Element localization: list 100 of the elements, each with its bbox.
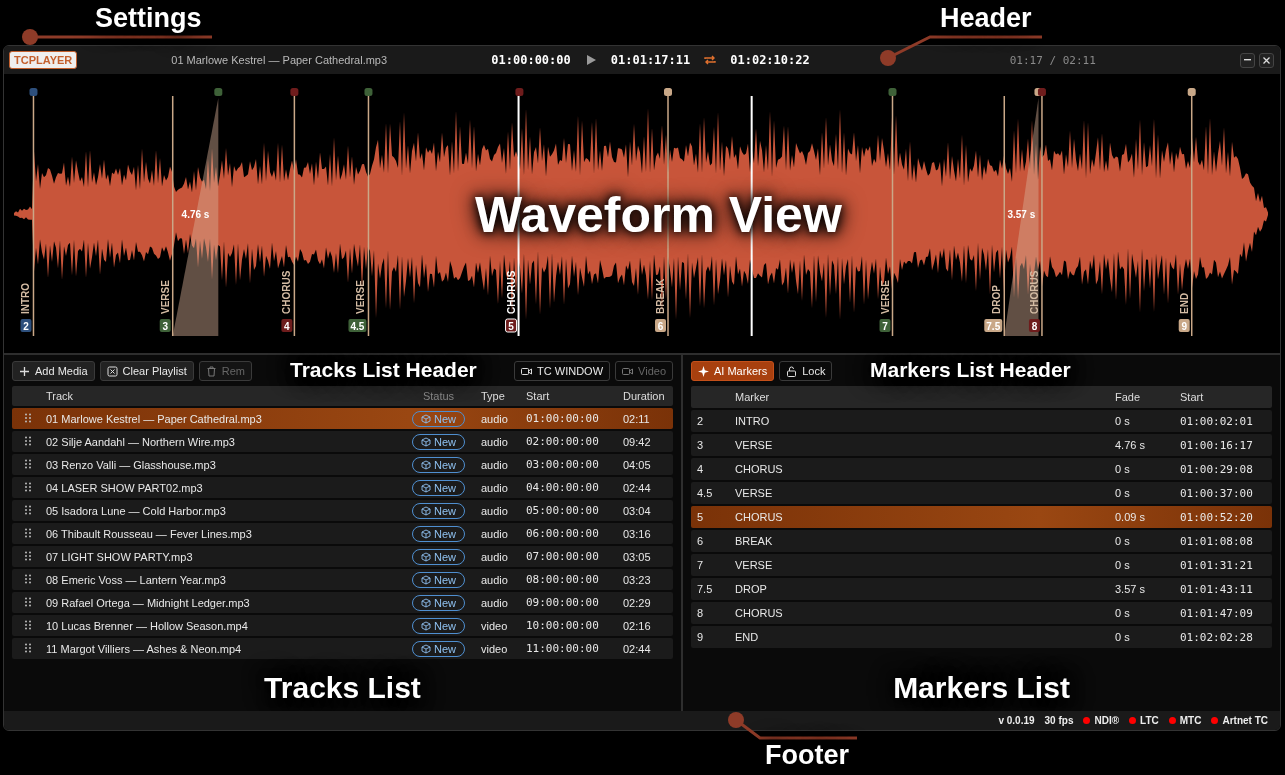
table-cell-text: 09:42 [623, 435, 652, 448]
logo-button[interactable]: TCPLAYER [9, 51, 78, 69]
marker-row[interactable]: 6 BREAK 0 s 01:01:08:08 [691, 530, 1272, 552]
toolbar-button[interactable]: TC WINDOW [514, 361, 611, 381]
track-row[interactable]: 08 Emeric Voss — Lantern Year.mp3 New audio 08:00:00:00 03:23 [12, 569, 673, 590]
table-cell-text: 0 s [1115, 487, 1131, 499]
drag-handle-icon [24, 435, 32, 446]
table-cell-text: 06 Thibault Rousseau — Fever Lines.mp3 [46, 527, 253, 540]
marker-number-badge[interactable]: 8 [1028, 319, 1040, 332]
toolbar-button[interactable]: AI Markers [691, 361, 775, 381]
marker-pin[interactable] [664, 88, 672, 96]
annotation-label: Settings [95, 3, 202, 34]
table-cell-text: 07:00:00:00 [526, 550, 600, 563]
marker-row[interactable]: 7 VERSE 0 s 01:01:31:21 [691, 554, 1272, 576]
marker-number-badge[interactable]: 4.5 [348, 319, 367, 332]
marker-line[interactable] [32, 95, 35, 337]
table-cell-text: audio [481, 596, 509, 609]
marker-label: VERSE [159, 280, 171, 314]
marker-pin[interactable] [888, 88, 897, 96]
marker-row[interactable]: 2 INTRO 0 s 01:00:02:01 [691, 410, 1272, 432]
marker-line[interactable] [1003, 95, 1005, 337]
drag-handle-icon [24, 481, 32, 492]
table-cell-text: 02:44 [623, 481, 652, 494]
marker-label: CHORUS [281, 270, 293, 314]
marker-pin[interactable] [214, 88, 223, 96]
table-cell-text: 03:05 [623, 550, 652, 563]
marker-line[interactable] [1190, 95, 1193, 337]
marker-line[interactable] [1041, 95, 1043, 337]
table-cell-text: 08 Emeric Voss — Lantern Year.mp3 [46, 573, 227, 586]
marker-label: VERSE [355, 280, 367, 314]
track-row[interactable]: 06 Thibault Rousseau — Fever Lines.mp3 New audio 06:00:00:00 03:16 [12, 523, 673, 544]
close-button[interactable] [1259, 52, 1274, 68]
marker-pin[interactable] [290, 88, 299, 96]
table-cell-text: audio [481, 481, 509, 494]
column-header: Marker [735, 391, 771, 403]
marker-line[interactable] [667, 95, 669, 337]
fade-duration-label: 4.76 s [181, 209, 210, 220]
toolbar-button[interactable]: Lock [779, 361, 833, 381]
table-cell-text: audio [481, 504, 509, 517]
table-cell-text: audio [481, 458, 509, 471]
marker-row[interactable]: 4.5 VERSE 0 s 01:00:37:00 [691, 482, 1272, 504]
track-row[interactable]: 02 Silje Aandahl — Northern Wire.mp3 New audio 02:00:00:00 09:42 [12, 431, 673, 452]
marker-number-badge[interactable]: 7 [879, 319, 891, 332]
marker-line[interactable] [293, 95, 296, 337]
drag-handle-icon [24, 596, 32, 607]
marker-pin[interactable] [29, 88, 38, 96]
table-cell-text: 2 [696, 415, 705, 427]
table-cell-text: CHORUS [735, 463, 784, 475]
marker-row[interactable]: 8 CHORUS 0 s 01:01:47:09 [691, 602, 1272, 624]
toolbar-button[interactable]: Add Media [12, 361, 95, 381]
marker-row[interactable]: 5 CHORUS 0.09 s 01:00:52:20 [691, 506, 1272, 528]
track-row[interactable]: 07 LIGHT SHOW PARTY.mp3 New audio 07:00:00:00 03:05 [12, 546, 673, 567]
marker-pin[interactable] [1037, 88, 1046, 96]
table-cell-text: audio [481, 435, 509, 448]
marker-row[interactable]: 7.5 DROP 3.57 s 01:01:43:11 [691, 578, 1272, 600]
table-cell-text: 06:00:00:00 [526, 527, 600, 540]
marker-row[interactable]: 4 CHORUS 0 s 01:00:29:08 [691, 458, 1272, 480]
table-cell-text: 01 Marlowe Kestrel — Paper Cathedral.mp3 [46, 412, 263, 425]
marker-line[interactable] [891, 95, 894, 337]
table-cell-text: END [735, 631, 760, 643]
table-cell-text: 01:01:31:21 [1180, 558, 1254, 572]
annotation-label: Markers List Header [870, 358, 1071, 382]
marker-label: INTRO [20, 282, 32, 314]
fade-duration-label: 3.57 s [1007, 209, 1036, 220]
padlock-icon [786, 365, 798, 377]
marker-line[interactable] [171, 95, 174, 337]
marker-number-badge[interactable]: 5 [505, 318, 518, 333]
table-cell-text: 11:00:00:00 [526, 642, 600, 655]
track-row[interactable]: 04 LASER SHOW PART02.mp3 New audio 04:00:00:00 02:44 [12, 477, 673, 498]
track-row[interactable]: 03 Renzo Valli — Glasshouse.mp3 New audio 03:00:00:00 04:05 [12, 454, 673, 475]
table-cell-text: 10:00:00:00 [526, 619, 600, 632]
camera-icon [622, 365, 634, 377]
output-label: NDI® [1094, 715, 1120, 726]
marker-row[interactable]: 9 END 0 s 01:02:02:28 [691, 626, 1272, 648]
marker-number-badge[interactable]: 3 [159, 319, 171, 332]
track-row[interactable]: 05 Isadora Lune — Cold Harbor.mp3 New audio 05:00:00:00 03:04 [12, 500, 673, 521]
toolbar-button[interactable]: Clear Playlist [99, 361, 194, 381]
drag-handle-icon [24, 642, 32, 653]
track-row[interactable]: 10 Lucas Brenner — Hollow Season.mp4 New video 10:00:00:00 02:16 [12, 615, 673, 636]
table-cell-text: 03:16 [623, 527, 652, 540]
track-row[interactable]: 09 Rafael Ortega — Midnight Ledger.mp3 New audio 09:00:00:00 02:29 [12, 592, 673, 613]
table-cell-text: 4.5 [696, 487, 714, 499]
column-header: Duration [623, 390, 666, 402]
table-cell-text: 04:00:00:00 [526, 481, 600, 494]
marker-label: VERSE [879, 280, 891, 314]
minimize-button[interactable] [1240, 52, 1255, 68]
table-cell-text: 01:00:16:17 [1180, 438, 1254, 452]
table-cell-text: 03:00:00:00 [526, 458, 600, 471]
marker-number-badge[interactable]: 4 [281, 319, 293, 332]
marker-pin[interactable] [515, 88, 524, 96]
marker-line[interactable] [367, 95, 370, 337]
marker-row[interactable]: 3 VERSE 4.76 s 01:00:16:17 [691, 434, 1272, 456]
marker-number-badge[interactable]: 2 [20, 319, 32, 332]
table-cell-text: 09:00:00:00 [526, 596, 600, 609]
marker-pin[interactable] [364, 88, 373, 96]
track-row[interactable]: 01 Marlowe Kestrel — Paper Cathedral.mp3 New audio 01:00:00:00 02:11 [12, 408, 673, 429]
marker-pin[interactable] [1187, 88, 1196, 96]
table-cell-text: 3 [696, 439, 705, 451]
output-label: MTC [1179, 715, 1202, 726]
track-row[interactable]: 11 Margot Villiers — Ashes & Neon.mp4 New video 11:00:00:00 02:44 [12, 638, 673, 659]
